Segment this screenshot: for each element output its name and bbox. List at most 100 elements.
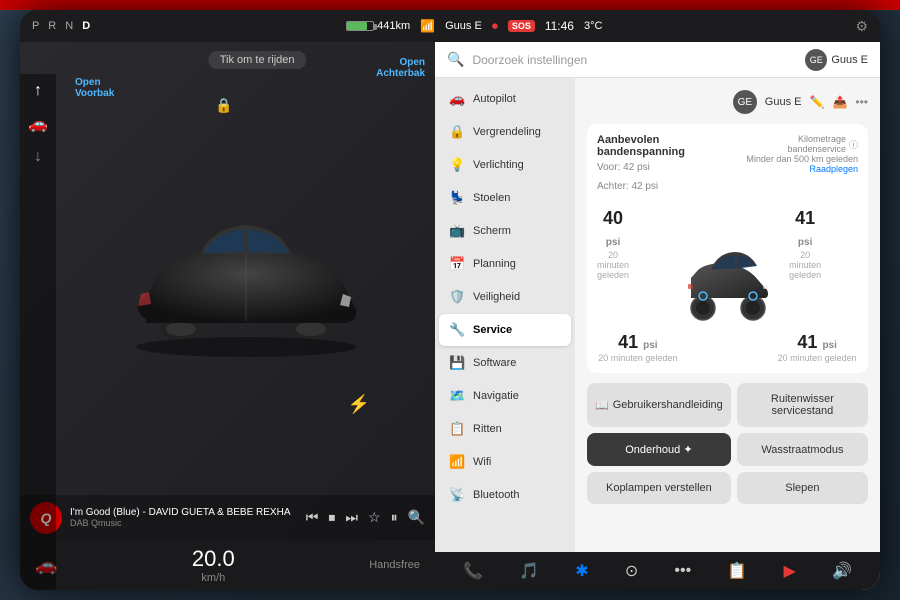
tap-to-drive-label[interactable]: Tik om te rijden xyxy=(208,51,307,69)
tire-grid: 40 psi 20 minuten geleden xyxy=(597,208,858,328)
edit-icon[interactable]: ✏️ xyxy=(809,95,824,109)
record-icon: ⏺ xyxy=(492,19,498,34)
autopilot-icon: 🚗 xyxy=(449,91,465,107)
ritten-label: Ritten xyxy=(473,423,502,435)
menu-item-vergrendeling[interactable]: 🔒 Vergrendeling xyxy=(439,116,571,148)
slepen-button[interactable]: Slepen xyxy=(737,472,868,504)
menu-item-software[interactable]: 💾 Software xyxy=(439,347,571,379)
light-icon: 💡 xyxy=(449,157,465,173)
status-left: P R N D xyxy=(32,20,93,32)
tire-fl: 40 psi 20 minuten geleden xyxy=(597,208,629,328)
menu-item-navigatie[interactable]: 🗺️ Navigatie xyxy=(439,380,571,412)
battery-indicator: 441km xyxy=(346,20,410,32)
speed-footer: 🚗 20.0 km/h Handsfree xyxy=(20,540,435,590)
right-panel: 🔍 Doorzoek instellingen GE Guus E 🚗 Auto… xyxy=(435,42,880,590)
pressure-rear: Achter: 42 psi xyxy=(597,181,743,192)
menu-item-stoelen[interactable]: 💺 Stoelen xyxy=(439,182,571,214)
nav-icon: 🗺️ xyxy=(449,388,465,404)
km-service-label: Kilometrage bandenservice xyxy=(743,134,846,154)
tire-rl-time: 20 minuten geleden xyxy=(597,353,679,363)
tire-fr-time: 20 minuten geleden xyxy=(789,250,821,280)
next-button[interactable]: ⏭ xyxy=(345,509,358,526)
menu-item-ritten[interactable]: 📋 Ritten xyxy=(439,413,571,445)
search-icon: 🔍 xyxy=(447,51,464,68)
sidebar-down-arrow[interactable]: ↓ xyxy=(34,148,42,166)
speed-value: 20.0 xyxy=(192,546,235,572)
sos-badge[interactable]: SOS xyxy=(508,20,535,32)
voorbak-label[interactable]: Open Voorbak xyxy=(75,77,114,99)
more-icon[interactable]: ••• xyxy=(855,95,868,109)
tire-fl-time: 20 minuten geleden xyxy=(597,250,629,280)
tire-fl-psi: 40 psi xyxy=(597,208,629,250)
sidebar-up-arrow[interactable]: ↑ xyxy=(34,82,42,100)
tire-readings-left: 40 psi 20 minuten geleden xyxy=(597,208,666,328)
car-svg xyxy=(116,199,376,359)
share-icon[interactable]: 📤 xyxy=(832,95,847,109)
phone-icon[interactable]: 📞 xyxy=(463,561,483,581)
achterbak-label[interactable]: Open Achterbak xyxy=(376,57,425,79)
menu-item-veiligheid[interactable]: 🛡️ Veiligheid xyxy=(439,281,571,313)
user-name: Guus E xyxy=(831,54,868,66)
status-center: 441km 📶 Guus E ⏺ SOS 11:46 3°C xyxy=(346,19,602,34)
spotify-icon[interactable]: 🎵 xyxy=(519,561,539,581)
menu-item-bluetooth[interactable]: 📡 Bluetooth xyxy=(439,479,571,511)
service-sub: Minder dan 500 km geleden xyxy=(743,154,858,164)
range-label: 441km xyxy=(377,20,410,32)
koplampen-button[interactable]: Koplampen verstellen xyxy=(587,472,731,504)
settings-icon[interactable]: ⚙ xyxy=(855,18,868,35)
sidebar-car-icon[interactable]: 🚗 xyxy=(28,114,48,134)
user-avatar: GE xyxy=(805,49,827,71)
tire-fr: 41 psi 20 minuten geleden xyxy=(789,208,821,328)
search-input[interactable]: Doorzoek instellingen xyxy=(472,53,797,67)
service-label: Service xyxy=(473,324,512,336)
volume-icon[interactable]: 🔊 xyxy=(832,561,852,581)
like-button[interactable]: ☆ xyxy=(368,509,381,526)
content-user-name: Guus E xyxy=(765,96,802,108)
bluetooth-taskbar-icon[interactable]: ✱ xyxy=(575,561,588,581)
tire-rl: 41 psi 20 minuten geleden xyxy=(597,332,679,363)
record-taskbar-icon[interactable]: ▶ xyxy=(784,561,796,581)
ruitenwisser-label: Ruitenwisser servicestand xyxy=(745,393,860,417)
tire-fr-psi: 41 psi xyxy=(789,208,821,250)
music-controls: ⏮ ⏹ ⏭ ☆ ⏸ 🔍 xyxy=(306,509,425,526)
menu-item-planning[interactable]: 📅 Planning xyxy=(439,248,571,280)
dot-icon[interactable]: ⊙ xyxy=(625,561,638,581)
wasstraat-button[interactable]: Wasstraatmodus xyxy=(737,433,868,466)
tire-bottom-readings: 41 psi 20 minuten geleden 41 psi 20 minu… xyxy=(597,332,858,363)
menu-item-wifi[interactable]: 📶 Wifi xyxy=(439,446,571,478)
planning-icon: 📅 xyxy=(449,256,465,272)
veiligheid-label: Veiligheid xyxy=(473,291,520,303)
stop-button[interactable]: ⏹ xyxy=(328,509,335,526)
verlichting-label: Verlichting xyxy=(473,159,524,171)
content-user-header: GE Guus E ✏️ 📤 ••• xyxy=(587,90,868,114)
menu-item-autopilot[interactable]: 🚗 Autopilot xyxy=(439,83,571,115)
onderhoud-button[interactable]: Onderhoud ✦ xyxy=(587,433,731,466)
more-taskbar-icon[interactable]: ••• xyxy=(674,562,691,580)
menu-item-service[interactable]: 🔧 Service xyxy=(439,314,571,346)
koplampen-label: Koplampen verstellen xyxy=(606,482,712,494)
wasstraat-label: Wasstraatmodus xyxy=(761,444,843,456)
navigatie-label: Navigatie xyxy=(473,390,519,402)
bluetooth-label: Bluetooth xyxy=(473,489,519,501)
car-side-svg xyxy=(683,208,773,328)
eq-button[interactable]: ⏸ xyxy=(391,509,398,526)
gear-indicator: P R N D xyxy=(32,20,93,32)
scherm-label: Scherm xyxy=(473,225,511,237)
pressure-front: Voor: 42 psi xyxy=(597,162,743,173)
media-icon[interactable]: 📋 xyxy=(727,561,747,581)
status-right: ⚙ xyxy=(855,18,868,35)
shield-icon: 🛡️ xyxy=(449,289,465,305)
ruitenwisser-button[interactable]: Ruitenwisser servicestand xyxy=(737,383,868,427)
book-icon: 📖 xyxy=(595,399,609,412)
tire-pressure-section: Aanbevolen bandenspanning Voor: 42 psi A… xyxy=(587,124,868,373)
settings-content: GE Guus E ✏️ 📤 ••• Aanbevolen bandenspan… xyxy=(575,78,880,552)
onderhoud-label: Onderhoud ✦ xyxy=(625,443,692,456)
prev-button[interactable]: ⏮ xyxy=(306,509,319,526)
gebruikershandleiding-button[interactable]: 📖 Gebruikershandleiding xyxy=(587,383,731,427)
wifi-icon: 📶 xyxy=(449,454,465,470)
trips-icon: 📋 xyxy=(449,421,465,437)
search-button[interactable]: 🔍 xyxy=(408,509,425,526)
menu-item-scherm[interactable]: 📺 Scherm xyxy=(439,215,571,247)
service-link[interactable]: Raadplegen xyxy=(743,164,858,174)
menu-item-verlichting[interactable]: 💡 Verlichting xyxy=(439,149,571,181)
